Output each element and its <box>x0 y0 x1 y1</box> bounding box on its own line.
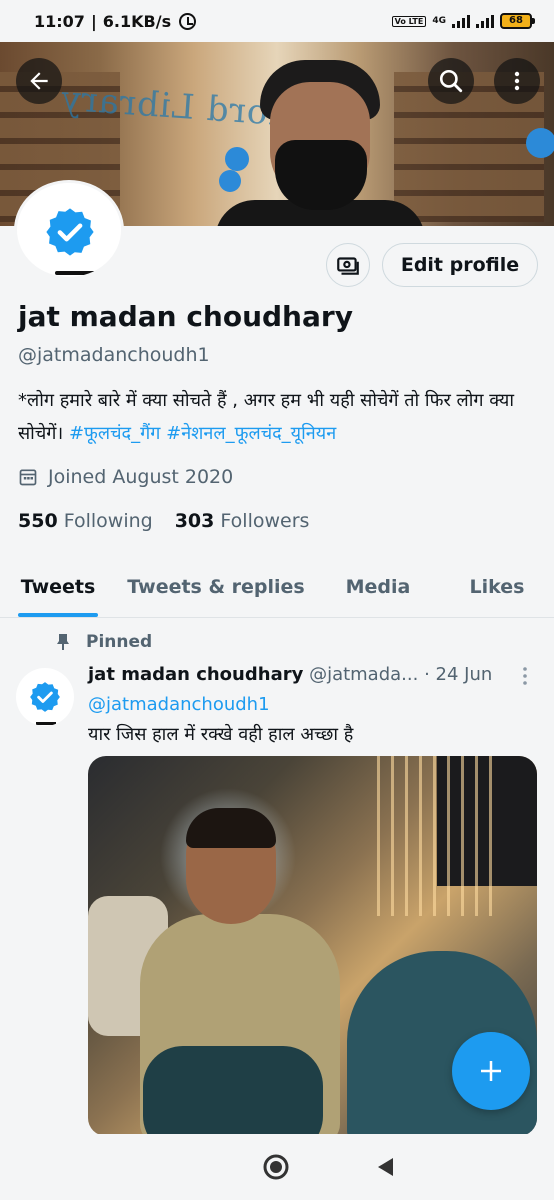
back-triangle-icon[interactable] <box>374 1155 396 1179</box>
followers-count: 303 <box>174 510 215 532</box>
profile-tabs: Tweets Tweets & replies Media Likes <box>0 556 554 618</box>
bio-hashtag[interactable]: #नेशनल_फूलचंद_यूनियन <box>166 423 336 444</box>
edit-profile-button[interactable]: Edit profile <box>382 243 538 287</box>
battery-icon: 68 <box>500 13 535 29</box>
tweet-date[interactable]: · 24 Jun <box>424 664 492 685</box>
verified-badge-icon <box>43 205 97 263</box>
more-vertical-icon <box>523 667 527 685</box>
following-count: 550 <box>18 510 58 532</box>
tweet-mention[interactable]: @jatmadanchoudh1 <box>88 694 270 715</box>
follow-stats: 550 Following 303 Followers <box>18 510 309 532</box>
tab-media[interactable]: Media <box>316 556 440 617</box>
more-vertical-icon <box>514 71 520 91</box>
joined-text: Joined August 2020 <box>48 466 234 488</box>
volte-badge: Vo LTE <box>391 15 427 27</box>
profile-bio: *लोग हमारे बारे में क्या सोचते हैं , अगर… <box>18 384 538 450</box>
back-button[interactable] <box>16 58 62 104</box>
pin-icon <box>57 634 69 650</box>
tweet-more-button[interactable] <box>516 666 534 690</box>
home-circle-icon[interactable] <box>262 1153 290 1181</box>
signal-icon <box>452 14 470 28</box>
verified-badge-icon <box>28 680 62 718</box>
joined-date: Joined August 2020 <box>18 466 233 488</box>
tweet-author[interactable]: jat madan choudhary <box>88 664 303 685</box>
tab-tweets-replies[interactable]: Tweets & replies <box>116 556 316 617</box>
followers-link[interactable]: 303 Followers <box>175 510 310 532</box>
money-icon <box>337 257 359 275</box>
tweet-text: यार जिस हाल में रक्खे वही हाल अच्छा है <box>88 724 354 745</box>
tweet-header: jat madan choudhary @jatmada... · 24 Jun <box>88 664 492 685</box>
profile-handle: @jatmadanchoudh1 <box>18 344 210 366</box>
compose-tweet-button[interactable] <box>452 1032 530 1110</box>
profile-avatar[interactable] <box>14 180 124 280</box>
calendar-icon <box>19 469 37 486</box>
back-arrow-icon <box>30 72 48 90</box>
pinned-indicator: Pinned <box>56 632 152 652</box>
network-type: 4G <box>432 16 446 26</box>
followers-label: Followers <box>220 510 310 532</box>
search-button[interactable] <box>428 58 474 104</box>
balloon <box>219 170 241 192</box>
following-label: Following <box>63 510 153 532</box>
plus-icon <box>481 1061 501 1081</box>
search-icon <box>439 69 463 93</box>
tweet-avatar[interactable] <box>16 668 74 726</box>
tips-button[interactable] <box>326 243 370 287</box>
tab-tweets[interactable]: Tweets <box>0 556 116 617</box>
banner-person <box>215 60 425 226</box>
tweet-handle[interactable]: @jatmada... <box>309 664 418 685</box>
alarm-icon <box>179 12 197 30</box>
status-bar: 11:07 | 6.1KB/s Vo LTE 4G 68 <box>0 0 554 42</box>
pinned-label: Pinned <box>86 632 153 652</box>
tab-likes[interactable]: Likes <box>440 556 554 617</box>
profile-name: jat madan choudhary <box>18 300 353 333</box>
signal-icon-2 <box>476 14 494 28</box>
balloon <box>526 128 554 158</box>
status-time: 11:07 <box>34 11 85 31</box>
bio-hashtag[interactable]: #फूलचंद_गैंग <box>69 423 160 444</box>
status-speed: 6.1KB/s <box>102 11 172 31</box>
more-options-button[interactable] <box>494 58 540 104</box>
system-nav-bar <box>0 1134 554 1200</box>
following-link[interactable]: 550 Following <box>18 510 153 532</box>
